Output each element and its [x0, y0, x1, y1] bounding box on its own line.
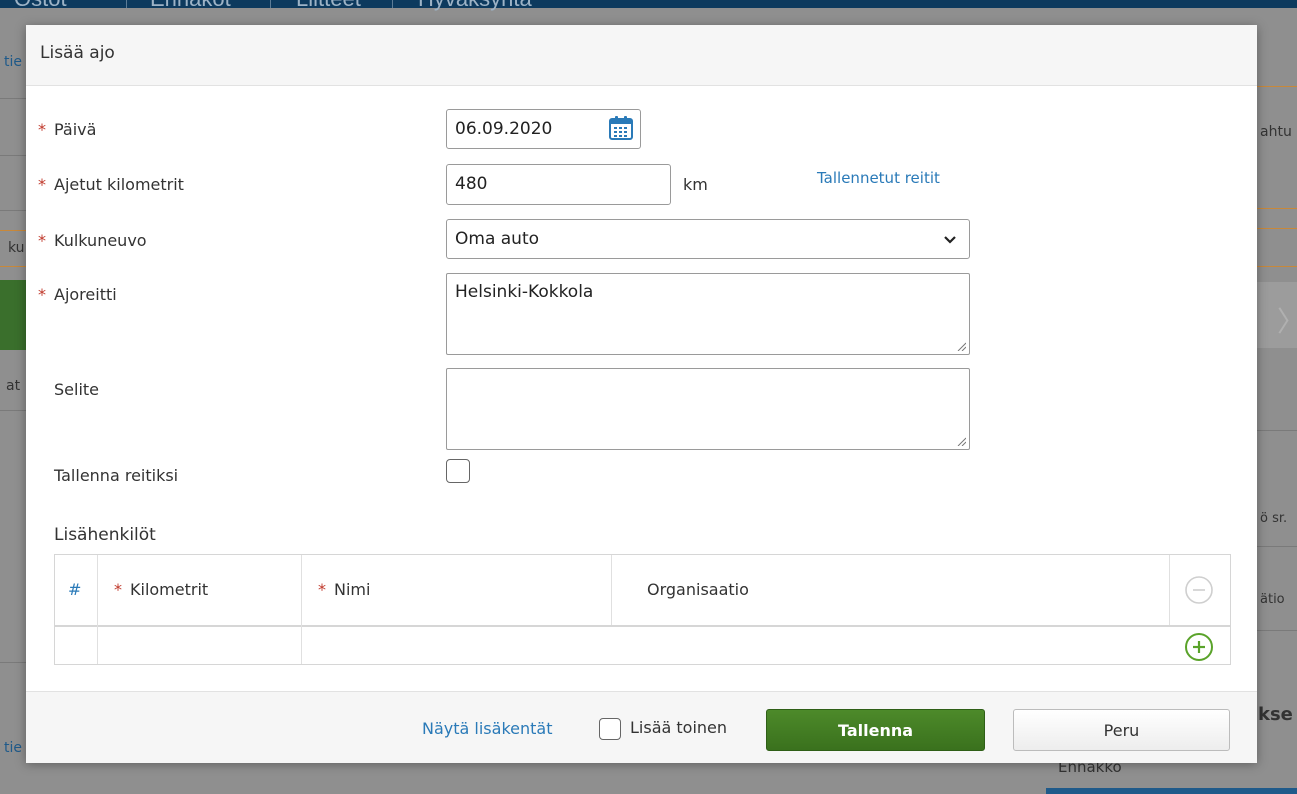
save-route-label: Tallenna reitiksi [54, 466, 179, 485]
background-divider [1257, 546, 1297, 547]
saved-routes-link[interactable]: Tallennetut reitit [817, 169, 940, 187]
date-value: 06.09.2020 [455, 119, 553, 139]
dialog-footer: Näytä lisäkentät Lisää toinen Tallenna P… [26, 691, 1257, 763]
grid-header-row [55, 555, 1230, 627]
vehicle-label: * Kulkuneuvo [38, 231, 147, 250]
background-tab-separator [270, 0, 271, 8]
save-route-checkbox[interactable] [446, 459, 470, 483]
grid-column-separator [1169, 555, 1170, 625]
add-row-icon[interactable] [1184, 632, 1214, 662]
cancel-button[interactable]: Peru [1013, 709, 1230, 751]
required-marker: * [38, 175, 46, 194]
resize-grip-icon[interactable] [957, 437, 966, 446]
background-tab-ennakot: Ennakot [150, 0, 231, 10]
required-marker: * [38, 285, 46, 304]
description-textarea[interactable] [446, 368, 970, 450]
background-alert-border [1257, 266, 1297, 267]
date-label: * Päivä [38, 120, 97, 139]
vehicle-selected-value: Oma auto [455, 229, 540, 249]
remove-row-icon[interactable] [1184, 575, 1214, 605]
extra-persons-grid: # * Kilometrit * Nimi Organisaatio [54, 554, 1231, 665]
background-tab-hyvaksynta: Hyväksyntä [418, 0, 532, 10]
grid-header-index: # [68, 580, 82, 599]
grid-column-separator [97, 555, 98, 664]
background-text-fragment: kse [1258, 704, 1293, 725]
chevron-right-icon: 〉 [1277, 300, 1297, 340]
km-value: 480 [455, 174, 488, 194]
background-divider [0, 662, 26, 663]
add-another-label[interactable]: Lisää toinen [630, 718, 727, 737]
background-alert-border [1257, 86, 1297, 87]
background-text-fragment: tie [4, 54, 22, 70]
background-text-fragment: at [6, 378, 21, 394]
background-divider [0, 410, 26, 411]
required-marker: * [38, 120, 46, 139]
add-another-checkbox[interactable] [599, 718, 621, 740]
background-text-fragment: ahtu [1260, 124, 1292, 140]
background-divider [0, 155, 26, 156]
grid-column-separator [611, 555, 612, 625]
route-label: * Ajoreitti [38, 285, 117, 304]
grid-header-name[interactable]: * Nimi [318, 580, 370, 599]
date-input[interactable]: 06.09.2020 [446, 109, 641, 149]
background-tab-separator [126, 0, 127, 8]
background-divider [0, 210, 26, 211]
grid-header-organization[interactable]: Organisaatio [647, 580, 749, 599]
background-alert-border [1257, 228, 1297, 229]
chevron-down-icon [944, 236, 956, 244]
background-alert-border [0, 230, 26, 231]
background-divider [0, 98, 26, 99]
km-label: * Ajetut kilometrit [38, 175, 184, 194]
background-divider [1257, 430, 1297, 431]
add-trip-dialog: Lisää ajo * Päivä 06.09.2020 * Ajetut kilo… [26, 25, 1257, 763]
background-tab-liitteet: Liitteet [296, 0, 361, 10]
route-textarea[interactable]: Helsinki-Kokkola [446, 273, 970, 355]
background-text-fragment: ku [8, 240, 25, 256]
description-label: Selite [54, 380, 100, 399]
background-text-fragment: ätio [1260, 592, 1285, 607]
background-text-fragment: tie [4, 740, 22, 756]
background-tab-ostot: Ostot [14, 0, 67, 10]
background-active-tab-indicator [1046, 788, 1297, 794]
km-unit: km [683, 175, 708, 194]
save-button[interactable]: Tallenna [766, 709, 985, 751]
route-value: Helsinki-Kokkola [455, 282, 594, 302]
grid-header-kilometers[interactable]: * Kilometrit [114, 580, 208, 599]
background-green-button [0, 280, 26, 350]
grid-column-separator [301, 555, 302, 664]
extra-persons-title: Lisähenkilöt [54, 525, 156, 545]
km-input[interactable]: 480 [446, 164, 671, 205]
calendar-icon[interactable] [608, 115, 634, 141]
required-marker: * [114, 580, 122, 599]
dialog-header: Lisää ajo [26, 25, 1257, 86]
vehicle-select[interactable]: Oma auto [446, 219, 970, 259]
background-alert-border [1257, 208, 1297, 209]
background-alert-border [0, 266, 26, 267]
resize-grip-icon[interactable] [957, 342, 966, 351]
dialog-title: Lisää ajo [40, 43, 115, 63]
background-text-fragment: ö sr. [1260, 511, 1288, 526]
show-more-fields-link[interactable]: Näytä lisäkentät [422, 719, 552, 738]
required-marker: * [38, 231, 46, 250]
background-divider [1257, 630, 1297, 631]
required-marker: * [318, 580, 326, 599]
background-tab-separator [392, 0, 393, 8]
